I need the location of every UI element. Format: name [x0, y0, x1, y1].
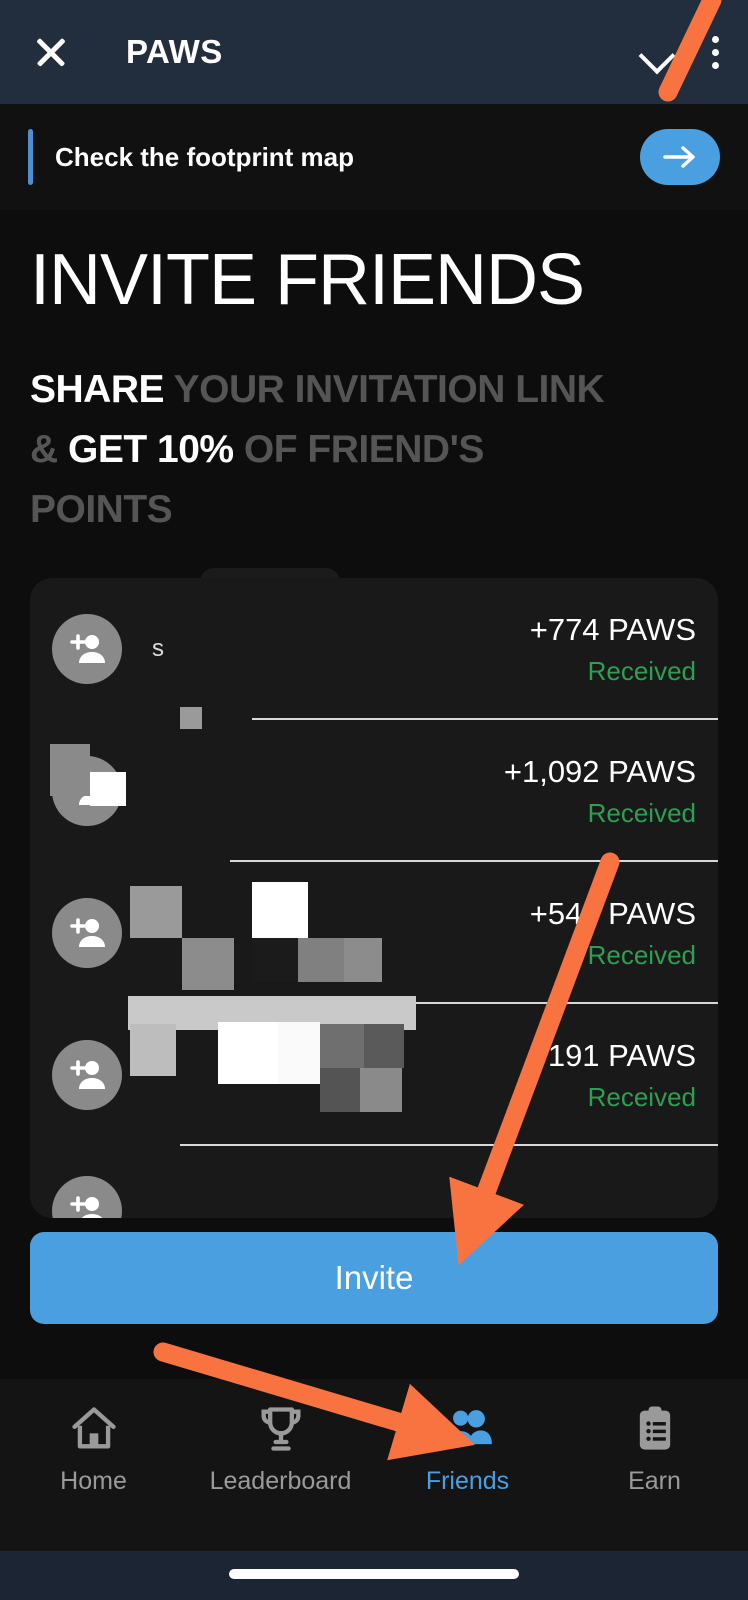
referral-reward: +191 PAWS Received [530, 1038, 696, 1113]
referral-reward: +1,092 PAWS Received [504, 754, 696, 829]
redaction-block [130, 886, 182, 938]
referral-status: Received [587, 797, 696, 828]
redaction-block [182, 938, 234, 990]
redaction-block [252, 938, 298, 982]
redaction-block [320, 1024, 364, 1068]
referral-amount: +191 PAWS [529, 1037, 696, 1073]
person-add-icon [70, 634, 105, 663]
person-add-icon [70, 1196, 103, 1218]
avatar [52, 1040, 122, 1110]
person-add-icon [70, 776, 105, 805]
bottom-nav: Home Leaderboard Friends Earn [0, 1379, 748, 1551]
redaction-block [360, 1068, 402, 1112]
avatar [52, 756, 122, 826]
chevron-down-icon[interactable] [636, 32, 676, 72]
app-bar-actions [636, 32, 720, 72]
avatar [52, 614, 122, 684]
people-icon [446, 1410, 492, 1445]
referral-status: Received [587, 655, 696, 686]
referral-row[interactable]: s +774 PAWS Received [30, 578, 718, 729]
redaction-block [252, 882, 308, 938]
home-indicator-bar [0, 1551, 748, 1600]
referral-row[interactable]: +1,092 PAWS Received [30, 720, 718, 862]
footprint-map-banner[interactable]: Check the footprint map [0, 104, 748, 210]
nav-label: Friends [425, 1467, 510, 1495]
app-screen: PAWS Check the footprint map INVITE FRIE… [0, 0, 748, 1600]
nav-label: Earn [628, 1467, 681, 1495]
subtitle-part-0: SHARE [30, 368, 174, 411]
person-add-icon [70, 1060, 105, 1089]
redaction-block [298, 938, 344, 982]
referral-row[interactable] [30, 1146, 718, 1218]
referral-amount: +774 PAWS [529, 611, 696, 647]
close-icon[interactable] [28, 29, 74, 75]
home-icon [71, 1407, 116, 1449]
referral-row[interactable]: +191 PAWS Received [30, 1004, 718, 1146]
avatar [52, 1176, 122, 1218]
banner-accent-bar [28, 129, 33, 185]
redaction-block [320, 1068, 360, 1112]
redaction-block [278, 1022, 320, 1084]
referral-amount: +545 PAWS [529, 895, 696, 931]
referral-list-card: s +774 PAWS Received +1,092 PAWS Received +54… [30, 578, 718, 1218]
referral-name: s [152, 635, 164, 662]
invite-button[interactable]: Invite [30, 1232, 718, 1324]
avatar [52, 898, 122, 968]
nav-friends[interactable]: Friends [374, 1403, 561, 1496]
referral-amount: +1,092 PAWS [503, 753, 696, 789]
redaction-block [218, 1022, 278, 1084]
nav-home[interactable]: Home [0, 1403, 187, 1496]
nav-label: Leaderboard [209, 1467, 352, 1495]
app-bar: PAWS [0, 0, 748, 104]
redaction-block [130, 1024, 176, 1076]
referral-row[interactable]: +545 PAWS Received [30, 862, 718, 1030]
banner-label: Check the footprint map [55, 141, 355, 172]
arrow-right-icon [663, 146, 695, 168]
redaction-block [344, 938, 382, 982]
more-vertical-icon[interactable] [710, 35, 720, 69]
trophy-icon [261, 1407, 300, 1451]
nav-leaderboard[interactable]: Leaderboard [187, 1403, 374, 1496]
nav-earn[interactable]: Earn [561, 1403, 748, 1496]
person-add-icon [70, 918, 105, 947]
nav-label: Home [60, 1467, 127, 1495]
page-title: INVITE FRIENDS [30, 240, 585, 320]
banner-arrow-button[interactable] [640, 129, 720, 185]
referral-reward: +545 PAWS Received [530, 896, 696, 971]
referral-status: Received [587, 1081, 696, 1112]
subtitle-part-2: GET 10% [68, 428, 244, 471]
redaction-block [364, 1024, 404, 1068]
app-title: PAWS [126, 33, 223, 70]
referral-reward: +774 PAWS Received [530, 612, 696, 687]
clipboard-icon [639, 1406, 670, 1450]
referral-status: Received [587, 939, 696, 970]
home-indicator [229, 1569, 519, 1579]
page-subtitle: SHARE YOUR INVITATION LINK & GET 10% OF … [30, 360, 630, 540]
